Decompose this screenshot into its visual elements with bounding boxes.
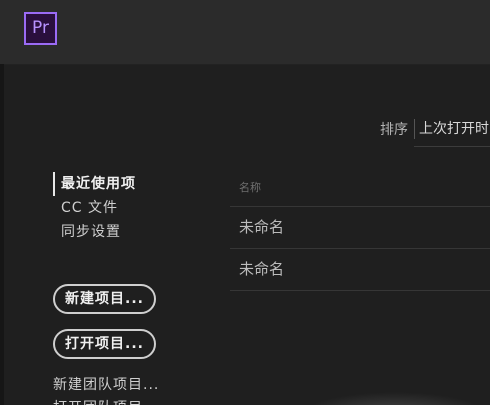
open-project-button[interactable]: 打开项目... <box>53 329 156 359</box>
sidebar-nav: 最近使用项 CC 文件 同步设置 <box>53 172 136 244</box>
left-edge <box>0 64 4 405</box>
new-team-project-link[interactable]: 新建团队项目... <box>53 374 159 394</box>
nav-item-recent[interactable]: 最近使用项 <box>53 172 136 196</box>
list-item[interactable]: 未命名 <box>230 249 490 291</box>
list-item[interactable]: 未命名 <box>230 207 490 249</box>
background-glow <box>300 392 490 405</box>
column-header-name[interactable]: 名称 <box>230 172 490 207</box>
sort-select[interactable]: 上次打开时间 <box>414 119 490 139</box>
sort-control[interactable]: 排序 上次打开时间 <box>380 119 490 139</box>
nav-item-cc-files[interactable]: CC 文件 <box>53 196 136 220</box>
sort-divider <box>414 146 490 147</box>
sort-label: 排序 <box>380 122 408 138</box>
premiere-pro-logo: Pr <box>24 12 57 45</box>
start-screen: Pr 排序 上次打开时间 最近使用项 CC 文件 同步设置 新建项目... 打开… <box>0 0 490 405</box>
recent-projects-list: 名称 未命名 未命名 <box>230 172 490 291</box>
nav-item-sync-settings[interactable]: 同步设置 <box>53 220 136 244</box>
open-team-project-link[interactable]: 打开团队项目... <box>53 397 159 405</box>
top-bar: Pr <box>0 0 490 65</box>
new-project-button[interactable]: 新建项目... <box>53 284 156 314</box>
